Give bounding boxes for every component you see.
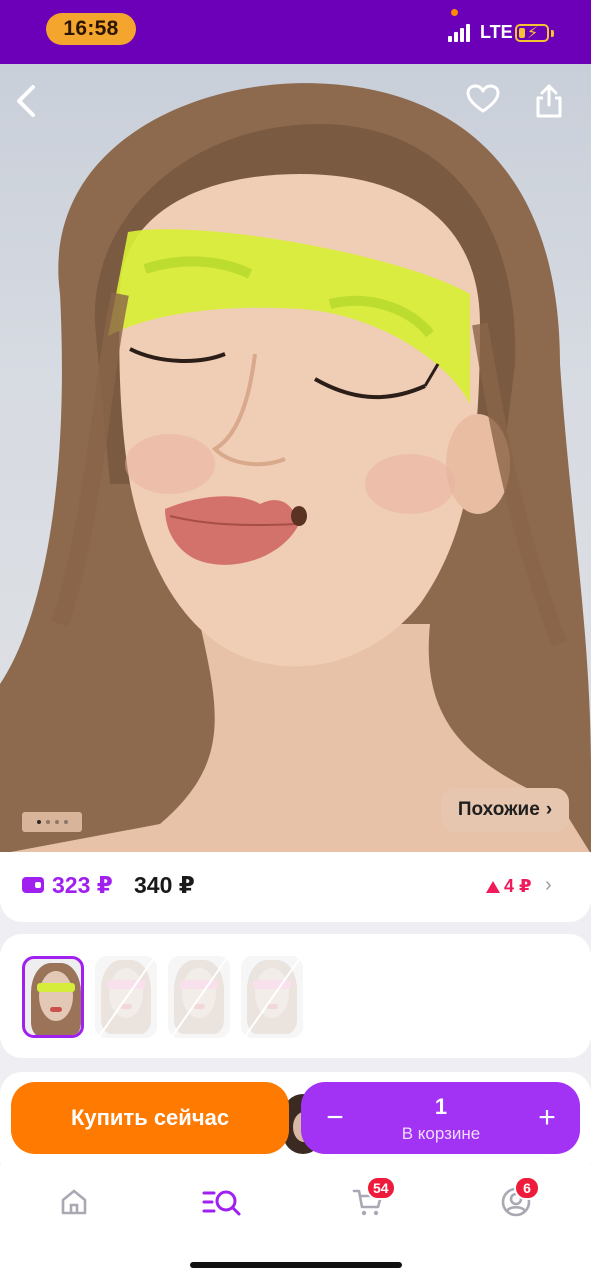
signal-strength-icon — [448, 24, 472, 42]
back-arrow-icon — [17, 85, 35, 117]
share-button[interactable] — [534, 84, 578, 128]
share-icon — [536, 84, 562, 118]
regular-price: 340 ₽ — [134, 872, 195, 898]
chevron-right-icon: › — [545, 799, 553, 820]
status-time: 16:58 — [46, 13, 136, 45]
variant-thumbnail-unavailable[interactable] — [168, 956, 230, 1038]
network-type: LTE — [480, 22, 513, 42]
pager-dot — [54, 820, 59, 824]
catalog-search-icon — [202, 1190, 241, 1216]
variant-thumbnails — [0, 934, 591, 1058]
decrease-quantity-button[interactable]: − — [319, 1100, 351, 1136]
nav-profile[interactable]: 6 — [486, 1176, 546, 1224]
home-icon — [61, 1189, 87, 1215]
price-change-indicator: 4 ₽ — [486, 876, 532, 897]
profile-notification-badge: 6 — [514, 1176, 540, 1200]
favorite-button[interactable] — [466, 84, 510, 128]
pager-dot — [63, 820, 68, 824]
wallet-price: 323 ₽ — [52, 872, 113, 898]
cart-quantity: 1 — [434, 1094, 448, 1119]
variant-thumbnail[interactable] — [22, 956, 84, 1038]
chevron-right-icon: › — [545, 874, 552, 896]
image-pager — [22, 812, 82, 832]
similar-products-button[interactable]: Похожие › — [441, 788, 569, 832]
price-change-value: 4 ₽ — [504, 876, 532, 896]
nav-catalog[interactable] — [192, 1180, 252, 1224]
variant-thumbnail-unavailable[interactable] — [95, 956, 157, 1038]
price-card[interactable]: 323 ₽ 340 ₽ 4 ₽ › — [0, 852, 591, 922]
cart-quantity-control: − 1 В корзине + — [301, 1082, 580, 1154]
cart-count-badge: 54 — [366, 1176, 396, 1200]
bottom-navigation: 54 6 — [0, 1166, 591, 1280]
increase-quantity-button[interactable]: + — [531, 1100, 563, 1136]
price-up-icon — [486, 880, 500, 893]
product-photo-illustration — [0, 83, 591, 854]
home-indicator — [190, 1262, 402, 1268]
buy-now-button[interactable]: Купить сейчас — [11, 1082, 289, 1154]
battery-icon: ⚡ — [515, 24, 549, 42]
pager-dot — [36, 820, 41, 824]
nav-cart[interactable]: 54 — [338, 1176, 398, 1224]
status-bar: 16:58 LTE ⚡ — [0, 0, 591, 64]
privacy-indicator-icon — [451, 9, 458, 16]
heart-icon — [466, 84, 500, 113]
wallet-icon — [22, 877, 44, 893]
pager-dot — [45, 820, 50, 824]
in-cart-label: В корзине — [401, 1124, 481, 1143]
product-image[interactable]: Похожие › — [0, 64, 591, 854]
variant-thumbnail-unavailable[interactable] — [241, 956, 303, 1038]
nav-home[interactable] — [44, 1180, 104, 1224]
similar-label: Похожие — [457, 799, 540, 820]
back-button[interactable] — [14, 84, 58, 128]
